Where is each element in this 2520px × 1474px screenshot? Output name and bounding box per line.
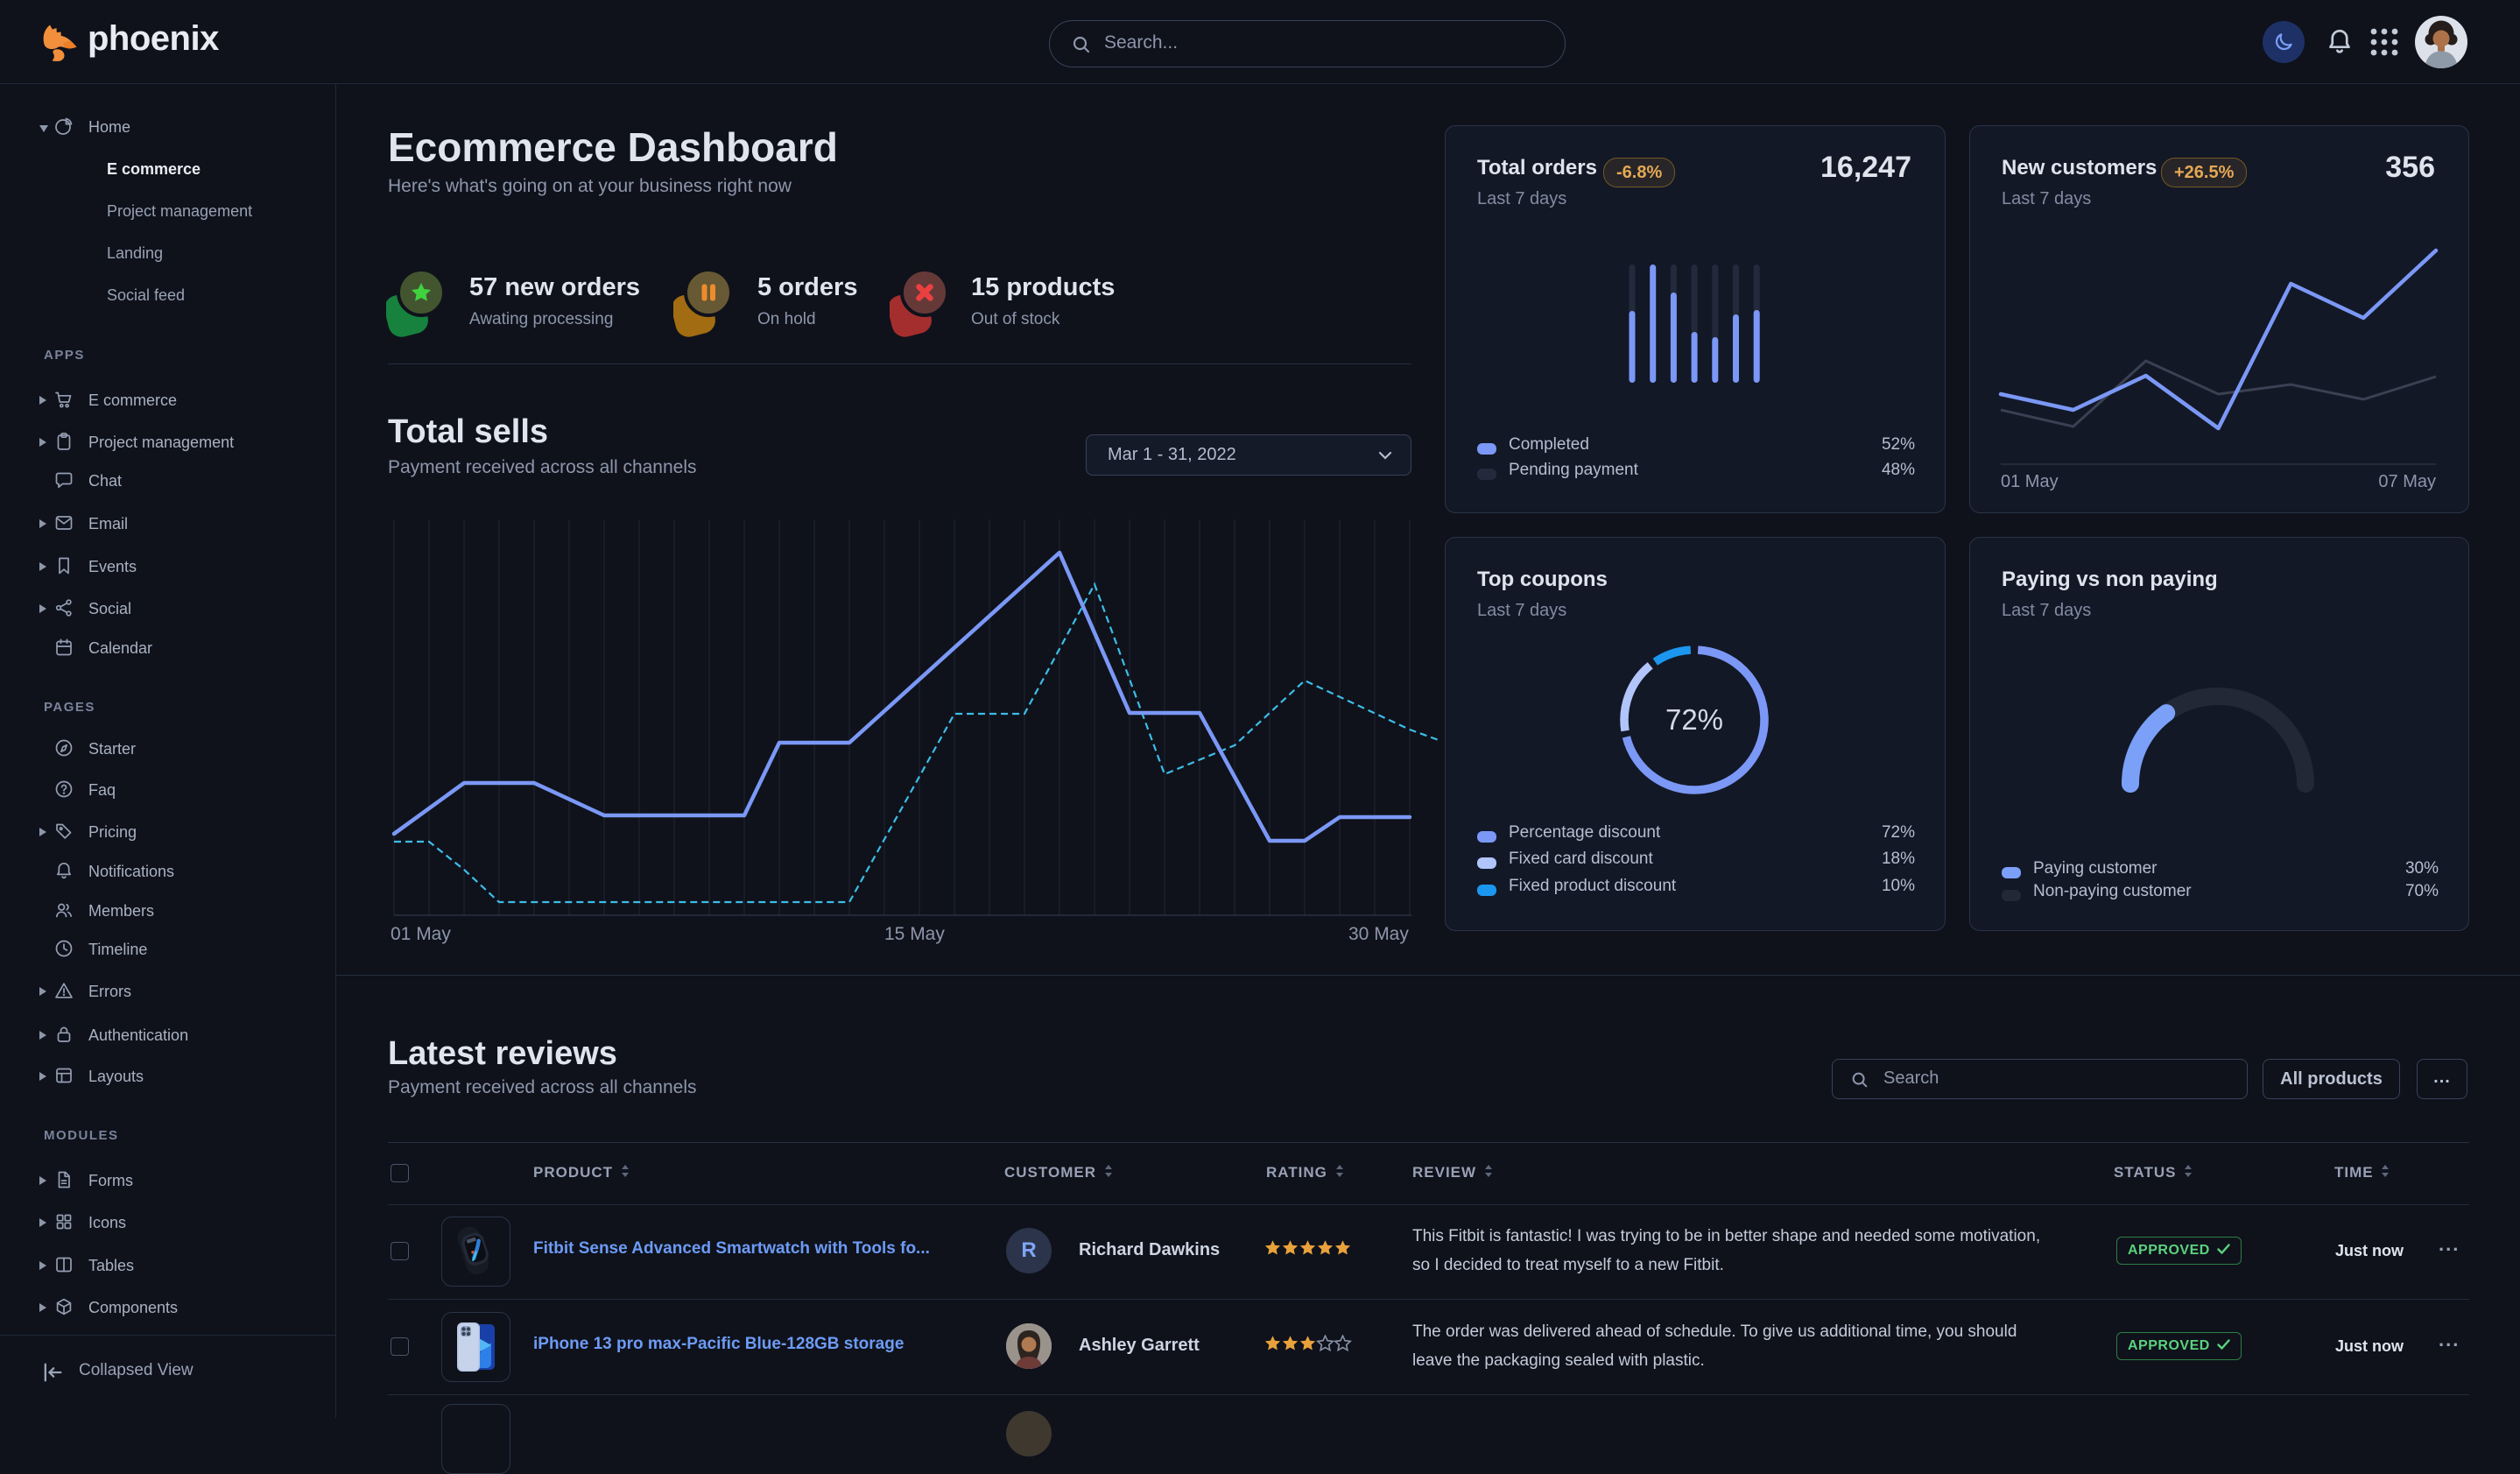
svg-text:72%: 72% [1665, 703, 1723, 736]
